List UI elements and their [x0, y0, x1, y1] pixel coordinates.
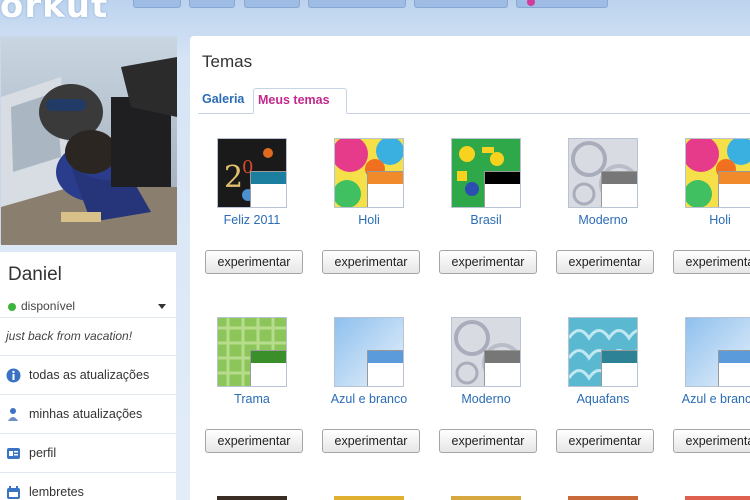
profile-card-icon	[7, 448, 20, 459]
try-theme-button[interactable]: experimentar	[205, 429, 303, 453]
theme-name[interactable]: Holi	[658, 213, 750, 227]
theme-card: 2 0 Feliz 2011 experimentar	[190, 138, 303, 278]
color-swatch	[718, 350, 750, 386]
chevron-down-icon[interactable]	[158, 304, 166, 309]
username[interactable]: Daniel	[8, 264, 62, 286]
theme-name[interactable]: Moderno	[424, 392, 548, 406]
sidebar-item-label: minhas atualizações	[29, 407, 143, 421]
sidebar-item-all-updates[interactable]: todas as atualizações	[0, 355, 176, 393]
theme-thumbnail-partial[interactable]	[217, 496, 287, 500]
theme-thumbnail[interactable]: 2 0	[217, 138, 287, 208]
svg-text:2: 2	[224, 160, 243, 195]
try-theme-button[interactable]: experimentar	[322, 429, 420, 453]
try-theme-button[interactable]: experimentar	[673, 429, 750, 453]
profile-photo[interactable]	[0, 36, 177, 245]
theme-card: Aquafans experimentar	[541, 317, 654, 457]
nav-button-1[interactable]	[133, 0, 181, 8]
color-swatch	[250, 350, 286, 386]
theme-name[interactable]: Aquafans	[541, 392, 665, 406]
theme-name[interactable]: Brasil	[424, 213, 548, 227]
info-icon	[6, 368, 21, 383]
tab-bar: Galeria Meus temas	[198, 88, 750, 114]
sidebar-item-label: lembretes	[29, 485, 84, 499]
theme-card: Azul e branco experimentar	[307, 317, 420, 457]
color-swatch	[601, 350, 637, 386]
color-swatch	[718, 171, 750, 207]
color-swatch	[250, 171, 286, 207]
color-swatch	[484, 350, 520, 386]
sidebar-item-profile[interactable]: perfil	[0, 433, 176, 471]
status-label: disponível	[21, 299, 76, 313]
theme-thumbnail[interactable]	[334, 138, 404, 208]
theme-name[interactable]: Trama	[190, 392, 314, 406]
orkut-logo[interactable]: orkut	[0, 0, 108, 26]
theme-thumbnail-partial[interactable]	[334, 496, 404, 500]
try-theme-button[interactable]: experimentar	[673, 250, 750, 274]
color-swatch	[367, 171, 403, 207]
top-bar: orkut	[0, 0, 750, 26]
tab-my-themes[interactable]: Meus temas	[253, 88, 347, 114]
nav-button-3[interactable]	[244, 0, 300, 8]
theme-thumbnail-partial[interactable]	[685, 496, 750, 500]
theme-thumbnail[interactable]	[451, 317, 521, 387]
color-swatch	[601, 171, 637, 207]
try-theme-button[interactable]: experimentar	[439, 429, 537, 453]
try-theme-button[interactable]: experimentar	[322, 250, 420, 274]
try-theme-button[interactable]: experimentar	[556, 250, 654, 274]
theme-thumbnail[interactable]	[568, 317, 638, 387]
nav-button-2[interactable]	[189, 0, 235, 8]
theme-name[interactable]: Holi	[307, 213, 431, 227]
person-icon	[8, 408, 18, 421]
theme-thumbnail[interactable]	[685, 317, 750, 387]
sidebar-item-reminders[interactable]: lembretes	[0, 472, 176, 500]
theme-card: Moderno experimentar	[424, 317, 537, 457]
theme-thumbnail[interactable]	[685, 138, 750, 208]
sidebar: Daniel disponível just back from vacatio…	[0, 252, 176, 500]
nav-button-6[interactable]	[516, 0, 608, 8]
skydiving-photo	[1, 37, 177, 245]
theme-card: Holi experimentar	[307, 138, 420, 278]
sidebar-item-label: perfil	[29, 446, 57, 460]
reminder-icon	[7, 486, 20, 499]
theme-thumbnail[interactable]	[334, 317, 404, 387]
theme-card: Azul e branco experimentar	[658, 317, 750, 457]
nav-button-5[interactable]	[414, 0, 508, 8]
theme-name[interactable]: Azul e branco	[307, 392, 431, 406]
notification-icon	[527, 0, 535, 6]
status-selector[interactable]: disponível	[0, 296, 176, 318]
theme-name[interactable]: Moderno	[541, 213, 665, 227]
theme-thumbnail[interactable]	[568, 138, 638, 208]
theme-card: Brasil experimentar	[424, 138, 537, 278]
status-message[interactable]: just back from vacation!	[6, 329, 132, 343]
theme-card: Trama experimentar	[190, 317, 303, 457]
theme-thumbnail[interactable]	[217, 317, 287, 387]
theme-thumbnail-partial[interactable]	[451, 496, 521, 500]
sidebar-item-label: todas as atualizações	[29, 368, 150, 382]
theme-thumbnail-partial[interactable]	[568, 496, 638, 500]
nav-button-4[interactable]	[308, 0, 406, 8]
themes-panel: Temas Galeria Meus temas 2 0 Feliz 2011 …	[190, 36, 750, 500]
try-theme-button[interactable]: experimentar	[205, 250, 303, 274]
color-swatch	[367, 350, 403, 386]
sidebar-item-my-updates[interactable]: minhas atualizações	[0, 394, 176, 432]
theme-thumbnail[interactable]	[451, 138, 521, 208]
theme-name[interactable]: Azul e branco	[658, 392, 750, 406]
try-theme-button[interactable]: experimentar	[556, 429, 654, 453]
color-swatch	[484, 171, 520, 207]
try-theme-button[interactable]: experimentar	[439, 250, 537, 274]
theme-card: Holi experimentar	[658, 138, 750, 278]
online-status-icon	[8, 303, 16, 311]
page-title: Temas	[202, 52, 253, 71]
tab-gallery[interactable]: Galeria	[198, 88, 248, 114]
theme-card: Moderno experimentar	[541, 138, 654, 278]
theme-name[interactable]: Feliz 2011	[190, 213, 314, 227]
